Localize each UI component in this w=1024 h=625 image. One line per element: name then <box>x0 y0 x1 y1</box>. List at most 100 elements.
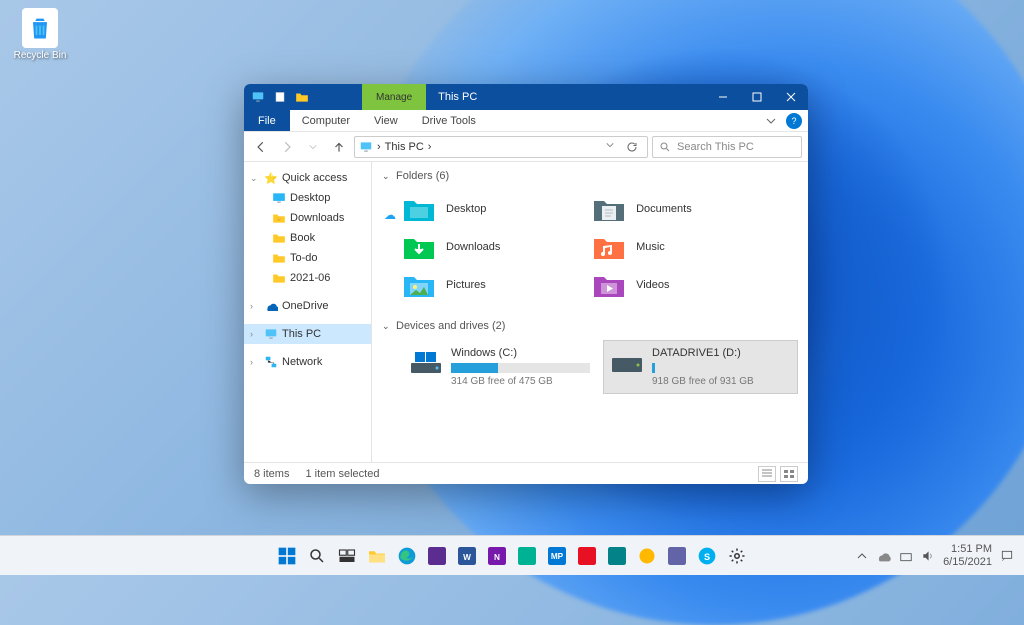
address-bar: › This PC › Search This PC <box>244 132 808 162</box>
svg-text:N: N <box>494 552 500 561</box>
folder-music[interactable]: Music <box>592 228 782 266</box>
onedrive-tray-icon[interactable] <box>875 550 891 562</box>
app-icon[interactable] <box>635 544 659 568</box>
network-icon <box>264 355 278 369</box>
sync-icon: ☁ <box>384 208 396 222</box>
recent-dropdown[interactable] <box>302 136 324 158</box>
manage-tab[interactable]: Manage <box>362 84 426 110</box>
app-icon[interactable]: MP <box>545 544 569 568</box>
desktop-icon <box>272 191 286 205</box>
videos-folder-icon <box>592 270 626 300</box>
onenote-taskbtn[interactable]: N <box>485 544 509 568</box>
task-view-button[interactable] <box>335 544 359 568</box>
view-large-button[interactable] <box>780 466 798 482</box>
notifications-tray-icon[interactable] <box>1000 549 1014 563</box>
search-button[interactable] <box>305 544 329 568</box>
star-icon: ⭐ <box>264 171 278 185</box>
network-tray-icon[interactable] <box>899 549 913 563</box>
sidebar-onedrive[interactable]: ›OneDrive <box>244 296 371 316</box>
sidebar-item-2021-06[interactable]: 2021-06 <box>244 268 371 288</box>
folder-icon <box>272 231 286 245</box>
up-button[interactable] <box>328 136 350 158</box>
forward-button[interactable] <box>276 136 298 158</box>
quick-access-toolbar <box>244 89 316 105</box>
edge-taskbtn[interactable] <box>395 544 419 568</box>
thispc-breadcrumb-icon <box>359 140 373 154</box>
app-icon[interactable] <box>515 544 539 568</box>
file-menu[interactable]: File <box>244 110 290 131</box>
taskbar[interactable]: W N MP S 1:51 PM 6/15/2021 <box>0 535 1024 575</box>
sidebar-this-pc[interactable]: ›This PC <box>244 324 371 344</box>
sidebar-network[interactable]: ›Network <box>244 352 371 372</box>
file-explorer-window: Manage This PC File Computer View Drive … <box>244 84 808 484</box>
folder-desktop[interactable]: ☁Desktop <box>402 190 592 228</box>
teams-taskbtn[interactable] <box>665 544 689 568</box>
start-button[interactable] <box>275 544 299 568</box>
content-pane: ⌄Folders (6) ☁Desktop Documents Download… <box>372 162 808 462</box>
app-icon[interactable] <box>605 544 629 568</box>
drive-c[interactable]: Windows (C:)314 GB free of 475 GB <box>402 340 597 394</box>
file-explorer-taskbtn[interactable] <box>365 544 389 568</box>
sidebar-item-downloads[interactable]: Downloads <box>244 208 371 228</box>
address-input[interactable]: › This PC › <box>354 136 648 158</box>
recycle-bin-label: Recycle Bin <box>10 50 70 61</box>
pictures-folder-icon <box>402 270 436 300</box>
volume-tray-icon[interactable] <box>921 549 935 563</box>
onedrive-icon <box>264 299 278 313</box>
svg-text:W: W <box>463 552 471 561</box>
ribbon-expand-icon[interactable] <box>762 116 780 126</box>
drive-c-icon <box>409 347 443 377</box>
folder-pictures[interactable]: Pictures <box>402 266 592 304</box>
breadcrumb[interactable]: › This PC › <box>377 141 431 153</box>
taskbar-clock[interactable]: 1:51 PM 6/15/2021 <box>943 543 992 567</box>
folder-icon[interactable] <box>294 89 310 105</box>
status-bar: 8 items 1 item selected <box>244 462 808 484</box>
refresh-icon[interactable] <box>621 141 643 153</box>
view-details-button[interactable] <box>758 466 776 482</box>
thispc-icon[interactable] <box>250 89 266 105</box>
drive-c-usage-bar <box>451 363 590 373</box>
ribbon-tab-computer[interactable]: Computer <box>290 115 362 127</box>
close-button[interactable] <box>774 84 808 110</box>
folder-downloads[interactable]: Downloads <box>402 228 592 266</box>
downloads-icon <box>272 211 286 225</box>
tray-chevron-icon[interactable] <box>857 551 867 561</box>
addr-dropdown-icon[interactable] <box>601 141 619 153</box>
folders-group-header[interactable]: ⌄Folders (6) <box>382 166 798 186</box>
ribbon-tab-view[interactable]: View <box>362 115 410 127</box>
system-tray[interactable]: 1:51 PM 6/15/2021 <box>857 543 1014 567</box>
app-icon[interactable] <box>575 544 599 568</box>
ribbon-tab-drive-tools[interactable]: Drive Tools <box>410 115 488 127</box>
help-icon[interactable]: ? <box>786 113 802 129</box>
drives-group-header[interactable]: ⌄Devices and drives (2) <box>382 316 798 336</box>
folder-videos[interactable]: Videos <box>592 266 782 304</box>
word-taskbtn[interactable]: W <box>455 544 479 568</box>
search-input[interactable]: Search This PC <box>652 136 802 158</box>
drive-d[interactable]: DATADRIVE1 (D:)918 GB free of 931 GB <box>603 340 798 394</box>
settings-taskbtn[interactable] <box>725 544 749 568</box>
titlebar[interactable]: Manage This PC <box>244 84 808 110</box>
search-icon <box>659 141 671 153</box>
app-icon[interactable] <box>425 544 449 568</box>
recycle-bin-icon <box>22 8 58 48</box>
folder-icon <box>272 271 286 285</box>
skype-taskbtn[interactable]: S <box>695 544 719 568</box>
sidebar-item-desktop[interactable]: Desktop <box>244 188 371 208</box>
documents-folder-icon <box>592 194 626 224</box>
sidebar-item-todo[interactable]: To-do <box>244 248 371 268</box>
drive-d-icon <box>610 347 644 377</box>
svg-text:MP: MP <box>551 552 564 561</box>
recycle-bin[interactable]: Recycle Bin <box>10 8 70 61</box>
back-button[interactable] <box>250 136 272 158</box>
folder-icon <box>272 251 286 265</box>
maximize-button[interactable] <box>740 84 774 110</box>
downloads-folder-icon <box>402 232 436 262</box>
minimize-button[interactable] <box>706 84 740 110</box>
status-item-count: 8 items <box>254 468 289 480</box>
window-title: This PC <box>426 91 489 103</box>
properties-icon[interactable] <box>272 89 288 105</box>
folder-documents[interactable]: Documents <box>592 190 782 228</box>
sidebar-item-book[interactable]: Book <box>244 228 371 248</box>
sidebar-quick-access[interactable]: ⌄⭐Quick access <box>244 168 371 188</box>
navigation-pane: ⌄⭐Quick access Desktop Downloads Book To… <box>244 162 372 462</box>
